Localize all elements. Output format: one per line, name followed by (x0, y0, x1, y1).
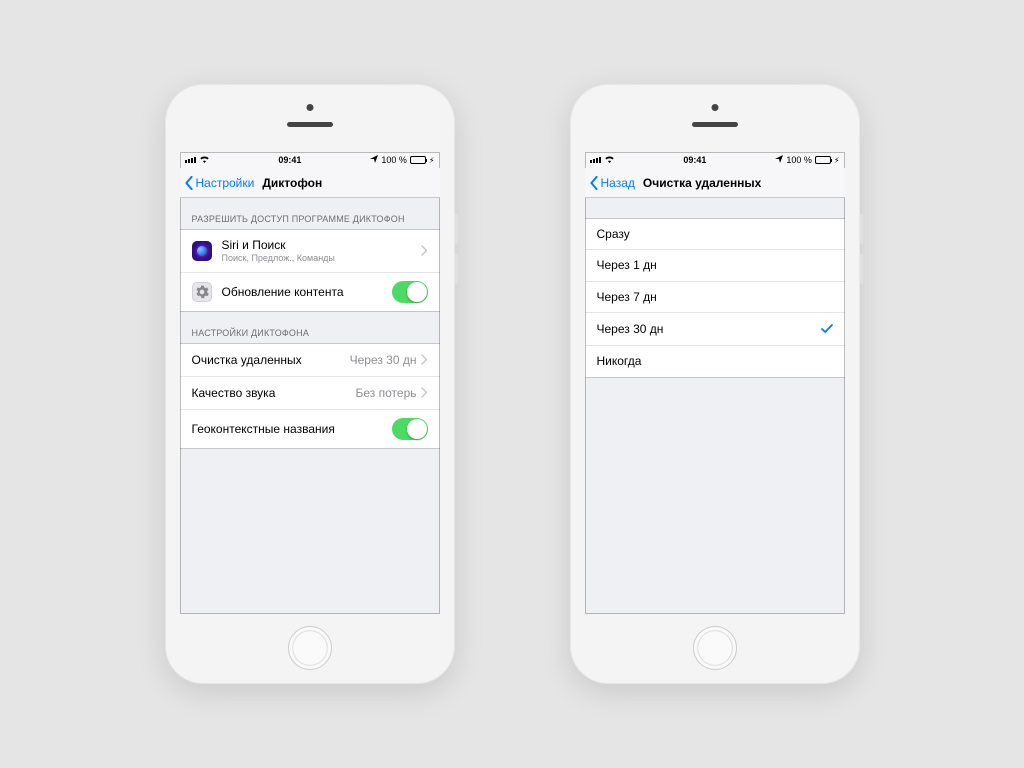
siri-subtitle: Поиск, Предлож., Команды (222, 253, 421, 264)
background-refresh-toggle[interactable] (392, 281, 428, 303)
nav-bar: Настройки Диктофон (180, 168, 440, 198)
chevron-left-icon (184, 176, 194, 190)
refresh-title: Обновление контента (222, 285, 392, 299)
screen-left: 09:41 100 % ⚡︎ Настройки Диктофон РАЗРЕШ… (180, 152, 440, 614)
chevron-right-icon (421, 385, 428, 401)
wifi-icon (604, 155, 615, 165)
section-header-access: РАЗРЕШИТЬ ДОСТУП ПРОГРАММЕ ДИКТОФОН (180, 198, 440, 229)
status-time: 09:41 (278, 155, 301, 165)
back-label: Назад (601, 176, 635, 190)
home-button[interactable] (288, 626, 332, 670)
back-label: Настройки (196, 176, 255, 190)
phone-camera (306, 104, 313, 111)
signal-icon (590, 157, 601, 163)
option-label: Через 1 дн (597, 258, 833, 272)
geo-names-label: Геоконтекстные названия (192, 422, 392, 436)
charging-icon: ⚡︎ (834, 156, 840, 165)
siri-search-cell[interactable]: Siri и Поиск Поиск, Предлож., Команды (180, 230, 440, 273)
option-7days[interactable]: Через 7 дн (585, 282, 845, 313)
location-icon (370, 155, 378, 165)
chevron-right-icon (421, 243, 428, 259)
option-label: Никогда (597, 354, 833, 368)
status-bar: 09:41 100 % ⚡︎ (180, 152, 440, 168)
status-time: 09:41 (683, 155, 706, 165)
option-30days[interactable]: Через 30 дн (585, 313, 845, 346)
battery-percent: 100 % (381, 155, 407, 165)
content-area: Сразу Через 1 дн Через 7 дн Через 30 дн … (585, 198, 845, 614)
phone-speaker (692, 122, 738, 127)
siri-title: Siri и Поиск (222, 238, 421, 252)
audio-quality-cell[interactable]: Качество звука Без потерь (180, 377, 440, 410)
back-button[interactable]: Назад (585, 176, 635, 190)
chevron-right-icon (421, 352, 428, 368)
page-title: Очистка удаленных (643, 176, 761, 190)
home-button[interactable] (693, 626, 737, 670)
siri-icon (192, 241, 212, 261)
cell-group-access: Siri и Поиск Поиск, Предлож., Команды Об… (180, 229, 440, 312)
checkmark-icon (821, 321, 833, 337)
cell-group-settings: Очистка удаленных Через 30 дн Качество з… (180, 343, 440, 449)
content-area: РАЗРЕШИТЬ ДОСТУП ПРОГРАММЕ ДИКТОФОН Siri… (180, 198, 440, 614)
wifi-icon (199, 155, 210, 165)
chevron-left-icon (589, 176, 599, 190)
clear-deleted-label: Очистка удаленных (192, 353, 350, 367)
back-button[interactable]: Настройки (180, 176, 255, 190)
page-title: Диктофон (262, 176, 322, 190)
gear-icon (192, 282, 212, 302)
option-label: Через 30 дн (597, 322, 821, 336)
geo-names-cell: Геоконтекстные названия (180, 410, 440, 448)
location-icon (775, 155, 783, 165)
charging-icon: ⚡︎ (429, 156, 435, 165)
signal-icon (185, 157, 196, 163)
geo-names-toggle[interactable] (392, 418, 428, 440)
phone-mockup-left: 09:41 100 % ⚡︎ Настройки Диктофон РАЗРЕШ… (165, 84, 455, 684)
option-immediate[interactable]: Сразу (585, 219, 845, 250)
option-never[interactable]: Никогда (585, 346, 845, 376)
clear-deleted-value: Через 30 дн (350, 353, 417, 367)
audio-quality-label: Качество звука (192, 386, 356, 400)
phone-camera (711, 104, 718, 111)
section-header-settings: НАСТРОЙКИ ДИКТОФОНА (180, 312, 440, 343)
option-1day[interactable]: Через 1 дн (585, 250, 845, 281)
battery-percent: 100 % (786, 155, 812, 165)
nav-bar: Назад Очистка удаленных (585, 168, 845, 198)
phone-mockup-right: 09:41 100 % ⚡︎ Назад Очистка удаленных С… (570, 84, 860, 684)
battery-icon (410, 156, 426, 164)
phone-speaker (287, 122, 333, 127)
option-label: Сразу (597, 227, 833, 241)
clear-deleted-cell[interactable]: Очистка удаленных Через 30 дн (180, 344, 440, 377)
battery-icon (815, 156, 831, 164)
audio-quality-value: Без потерь (356, 386, 417, 400)
screen-right: 09:41 100 % ⚡︎ Назад Очистка удаленных С… (585, 152, 845, 614)
status-bar: 09:41 100 % ⚡︎ (585, 152, 845, 168)
options-group: Сразу Через 1 дн Через 7 дн Через 30 дн … (585, 218, 845, 378)
option-label: Через 7 дн (597, 290, 833, 304)
background-refresh-cell: Обновление контента (180, 273, 440, 311)
